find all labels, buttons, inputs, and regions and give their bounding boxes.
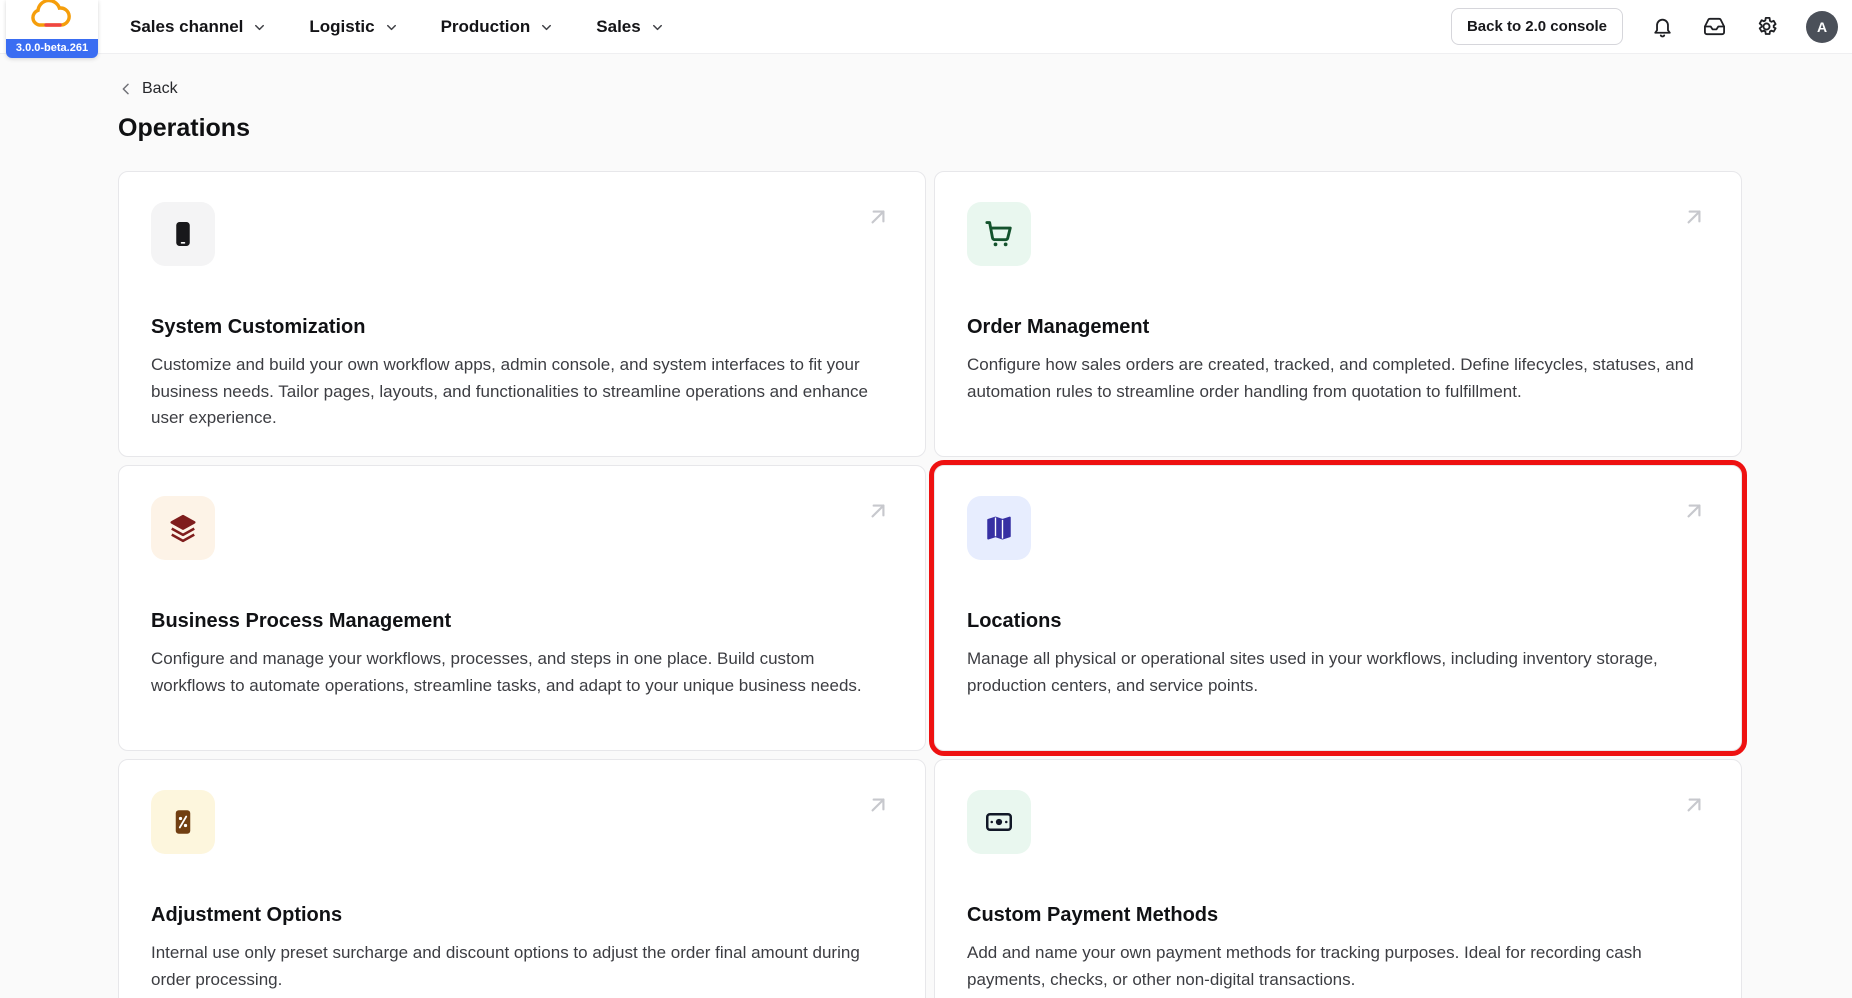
card-locations[interactable]: Locations Manage all physical or operati… [929, 460, 1747, 756]
card-description: Customize and build your own workflow ap… [151, 355, 868, 428]
nav-item-label: Production [440, 16, 531, 36]
avatar-initial: A [1816, 18, 1828, 35]
arrow-up-right-icon [1687, 210, 1701, 224]
card-title: Adjustment Options [151, 904, 343, 926]
topbar-actions: Back to 2.0 console A [1450, 8, 1838, 45]
banknote-icon-tile [967, 790, 1031, 854]
card-business-process-management[interactable]: Business Process Management Configure an… [118, 465, 926, 751]
open-card-link[interactable] [1681, 792, 1707, 823]
smartphone-icon-tile [151, 202, 215, 266]
card-adjustment-options[interactable]: Adjustment Options Internal use only pre… [118, 759, 926, 998]
map-icon-tile [967, 496, 1031, 560]
smartphone-icon [176, 222, 190, 246]
arrow-up-right-icon [871, 504, 885, 518]
chevron-down-icon [255, 24, 265, 31]
discount-tag-icon [175, 810, 191, 834]
cards-grid: System Customization Customize and build… [118, 171, 1747, 998]
card-description: Configure how sales orders are created, … [967, 355, 1694, 401]
main-nav: Sales channel Logistic Production Sales [130, 17, 665, 37]
arrow-up-right-icon [871, 798, 885, 812]
shopping-cart-icon-tile [967, 202, 1031, 266]
card-title: Business Process Management [151, 610, 452, 632]
nav-item-sales-channel[interactable]: Sales channel [130, 17, 267, 37]
layers-icon-tile [151, 496, 215, 560]
card-title: Order Management [967, 316, 1150, 338]
back-link-label: Back [142, 80, 178, 97]
nav-item-sales[interactable]: Sales [596, 17, 664, 37]
version-badge: 3.0.0-beta.261 [6, 39, 98, 58]
open-card-link[interactable] [865, 498, 891, 529]
inbox-button[interactable] [1702, 14, 1727, 39]
operations-page: Back Operations System Customization Cus… [0, 54, 1852, 998]
open-card-link[interactable] [865, 204, 891, 235]
layers-icon [170, 514, 196, 543]
nav-item-production[interactable]: Production [441, 17, 555, 37]
card-description: Add and name your own payment methods fo… [967, 943, 1642, 989]
nav-item-label: Logistic [309, 16, 375, 36]
avatar[interactable]: A [1806, 10, 1838, 43]
app-logo[interactable]: 3.0.0-beta.261 [6, 0, 98, 58]
back-link[interactable]: Back [118, 80, 178, 98]
chevron-left-icon [122, 83, 129, 95]
card-description: Configure and manage your workflows, pro… [151, 649, 862, 695]
card-system-customization[interactable]: System Customization Customize and build… [118, 171, 926, 457]
chevron-down-icon [652, 24, 662, 31]
map-icon [987, 516, 1011, 540]
nav-item-label: Sales [596, 16, 641, 36]
card-title: Locations [967, 610, 1062, 632]
gear-icon [1758, 16, 1777, 35]
open-card-link[interactable] [1681, 204, 1707, 235]
arrow-up-right-icon [1687, 504, 1701, 518]
discount-tag-icon-tile [151, 790, 215, 854]
settings-button[interactable] [1754, 14, 1779, 39]
shopping-cart-icon [985, 221, 1012, 247]
nav-item-logistic[interactable]: Logistic [309, 17, 398, 37]
arrow-up-right-icon [1687, 798, 1701, 812]
page-title: Operations [118, 114, 250, 142]
notifications-button[interactable] [1650, 14, 1675, 39]
back-to-console-button[interactable]: Back to 2.0 console [1450, 8, 1623, 45]
arrow-up-right-icon [871, 210, 885, 224]
card-order-management[interactable]: Order Management Configure how sales ord… [934, 171, 1742, 457]
open-card-link[interactable] [1681, 498, 1707, 529]
card-description: Manage all physical or operational sites… [967, 649, 1658, 695]
bell-icon [1654, 18, 1671, 38]
topbar: 3.0.0-beta.261 Sales channel Logistic Pr… [0, 0, 1852, 58]
chevron-down-icon [542, 24, 552, 31]
inbox-icon [1704, 17, 1725, 36]
chevron-down-icon [386, 24, 396, 31]
cloud-logo-icon [31, 0, 71, 27]
card-description: Internal use only preset surcharge and d… [151, 943, 860, 989]
open-card-link[interactable] [865, 792, 891, 823]
nav-item-label: Sales channel [130, 16, 244, 36]
banknote-icon [985, 813, 1012, 831]
card-title: System Customization [151, 316, 366, 338]
card-custom-payment-methods[interactable]: Custom Payment Methods Add and name your… [934, 759, 1742, 998]
card-title: Custom Payment Methods [967, 904, 1219, 926]
